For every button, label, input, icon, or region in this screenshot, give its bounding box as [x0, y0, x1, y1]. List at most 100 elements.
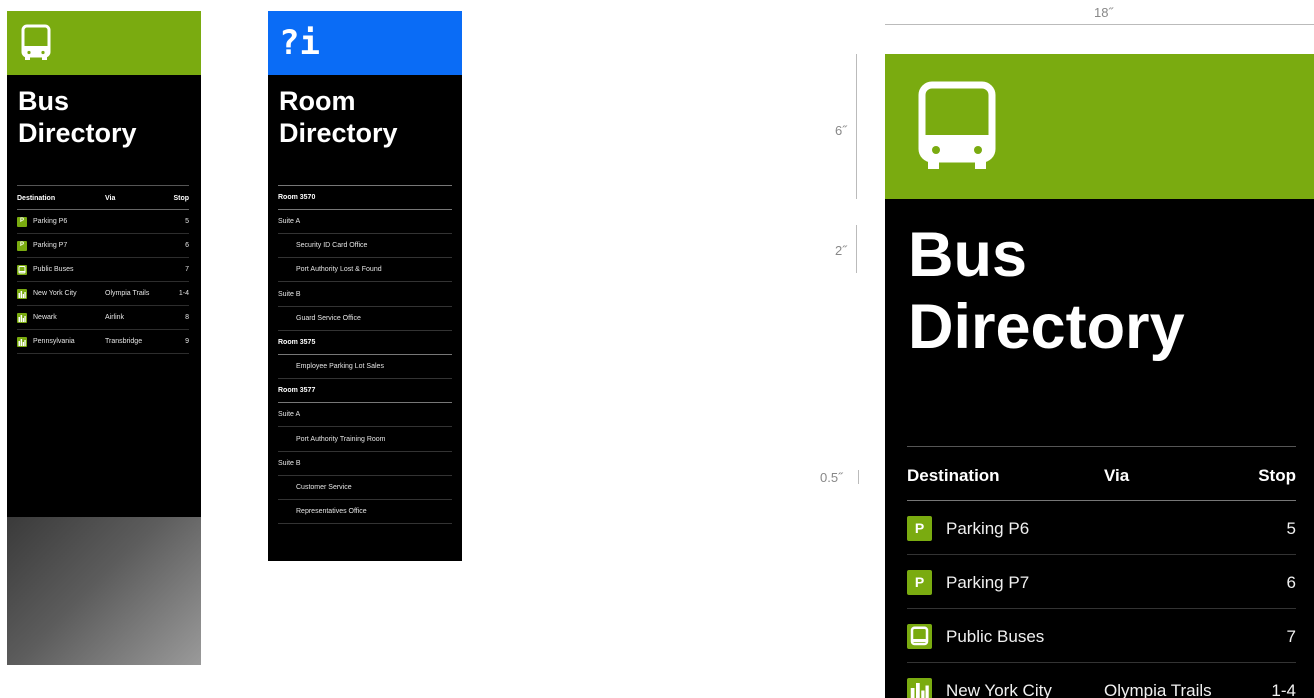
destination-cell: Parking P7 — [946, 573, 1030, 592]
suite-label: Suite B — [278, 459, 301, 467]
column-header-stop: Stop — [173, 195, 189, 202]
row-divider — [278, 522, 452, 524]
table-row: Newark Airlink 8 — [17, 306, 189, 330]
city-icon — [17, 289, 27, 299]
list-item: Security ID Card Office — [278, 234, 452, 259]
stop-cell: 1-4 — [1271, 681, 1296, 698]
stop-cell: 6 — [185, 242, 189, 249]
column-header-stop: Stop — [1258, 466, 1296, 485]
sign-title: Bus Directory — [908, 219, 1308, 363]
office-name: Guard Service Office — [296, 314, 361, 322]
parking-icon: P — [17, 217, 27, 227]
table-row: P Parking P6 5 — [17, 210, 189, 234]
header-dimension-label: 6˝ — [835, 123, 847, 138]
destination-cell: Parking P6 — [946, 519, 1030, 538]
parking-icon: P — [907, 570, 932, 595]
city-icon — [907, 678, 932, 698]
destination-cell: Parking P6 — [33, 218, 68, 225]
column-header-via: Via — [105, 195, 116, 202]
bus-icon — [907, 624, 932, 649]
suite-label: Suite A — [278, 411, 301, 419]
destination-cell: Parking P7 — [33, 242, 68, 249]
sign-title: Bus Directory — [18, 85, 198, 149]
room-sign-header: ?i — [268, 11, 462, 75]
table-top-rule — [907, 446, 1296, 447]
room-number: Room 3570 — [278, 194, 316, 201]
table-row: Public Buses 7 — [907, 609, 1296, 663]
spacing-dimension-label: 0.5˝ — [820, 470, 843, 485]
table-row: P Parking P6 5 — [907, 501, 1296, 555]
bus-table: Destination Via Stop P Parking P6 5 P Parkin… — [907, 446, 1296, 698]
row-divider — [17, 353, 189, 354]
title-line: Bus — [908, 220, 1028, 290]
table-row: Public Buses 7 — [17, 258, 189, 282]
table-row: New York City Olympia Trails 1-4 — [17, 282, 189, 306]
title-line: Room — [279, 86, 356, 116]
list-item: Guard Service Office — [278, 307, 452, 331]
sign-title: Room Directory — [279, 85, 459, 149]
suite-label: Suite B — [278, 290, 301, 298]
bus-sign-header — [885, 54, 1314, 199]
list-item: Port Authority Training Room — [278, 428, 452, 452]
destination-cell: Public Buses — [33, 266, 74, 273]
list-item: Port Authority Lost & Found — [278, 258, 452, 283]
stop-cell: 9 — [185, 338, 189, 345]
width-dimension-label: 18˝ — [1094, 5, 1113, 20]
parking-icon-letter: P — [914, 520, 925, 536]
spacing-dimension-line — [858, 470, 859, 484]
bus-icon — [918, 81, 996, 173]
destination-cell: Public Buses — [946, 627, 1045, 646]
table-row: P Parking P7 6 — [17, 234, 189, 258]
stop-cell: 8 — [185, 314, 189, 321]
gap-dimension-line — [856, 225, 857, 273]
list-item: Suite B — [278, 283, 452, 307]
bus-icon — [17, 265, 27, 275]
list-item: Suite B — [278, 452, 452, 476]
via-cell: Olympia Trails — [105, 290, 150, 297]
room-directory-sign: ?i Room Directory Room 3570 Suite A Securi… — [268, 11, 462, 561]
parking-icon-letter: P — [19, 242, 24, 248]
sign-base — [7, 517, 201, 665]
bus-directory-sign-small: Bus Directory Destination Via Stop P Park… — [7, 11, 201, 665]
stop-cell: 5 — [1286, 519, 1296, 538]
table-row: New York City Olympia Trails 1-4 — [907, 663, 1296, 698]
office-name: Employee Parking Lot Sales — [296, 363, 384, 371]
stop-cell: 7 — [1286, 627, 1296, 646]
bus-icon — [21, 23, 51, 63]
info-icon: ?i — [279, 23, 320, 63]
destination-cell: New York City — [946, 681, 1052, 698]
bus-directory-sign-large: Bus Directory Destination Via Stop P Park… — [885, 54, 1314, 698]
stop-cell: 6 — [1286, 573, 1296, 592]
parking-icon: P — [907, 516, 932, 541]
column-header-destination: Destination — [17, 195, 56, 202]
stop-cell: 7 — [185, 266, 189, 273]
width-dimension-line — [885, 24, 1314, 25]
list-item: Room 3575 — [278, 331, 452, 355]
office-name: Port Authority Training Room — [296, 435, 386, 443]
via-cell: Transbridge — [105, 338, 143, 345]
via-cell: Olympia Trails — [1104, 681, 1212, 698]
list-item: Representatives Office — [278, 500, 452, 524]
list-item: Suite A — [278, 403, 452, 428]
destination-cell: Newark — [33, 314, 57, 321]
title-line: Directory — [18, 118, 137, 148]
title-line: Directory — [279, 118, 398, 148]
list-item: Employee Parking Lot Sales — [278, 355, 452, 380]
list-item: Room 3577 — [278, 379, 452, 404]
office-name: Representatives Office — [296, 507, 367, 515]
gap-dimension-label: 2˝ — [835, 243, 847, 258]
suite-label: Suite A — [278, 218, 301, 226]
list-item: Customer Service — [278, 476, 452, 500]
stop-cell: 1-4 — [178, 290, 189, 297]
destination-cell: New York City — [33, 290, 77, 297]
city-icon — [17, 337, 27, 347]
list-item: Room 3570 — [278, 186, 452, 210]
city-icon — [17, 313, 27, 323]
office-name: Security ID Card Office — [296, 242, 368, 250]
table-top-rule — [17, 185, 189, 186]
column-header-via: Via — [1104, 466, 1130, 485]
room-number: Room 3577 — [278, 387, 316, 395]
table-row: Pennsylvania Transbridge 9 — [17, 330, 189, 354]
column-header-destination: Destination — [907, 466, 1000, 485]
destination-cell: Pennsylvania — [33, 338, 75, 345]
